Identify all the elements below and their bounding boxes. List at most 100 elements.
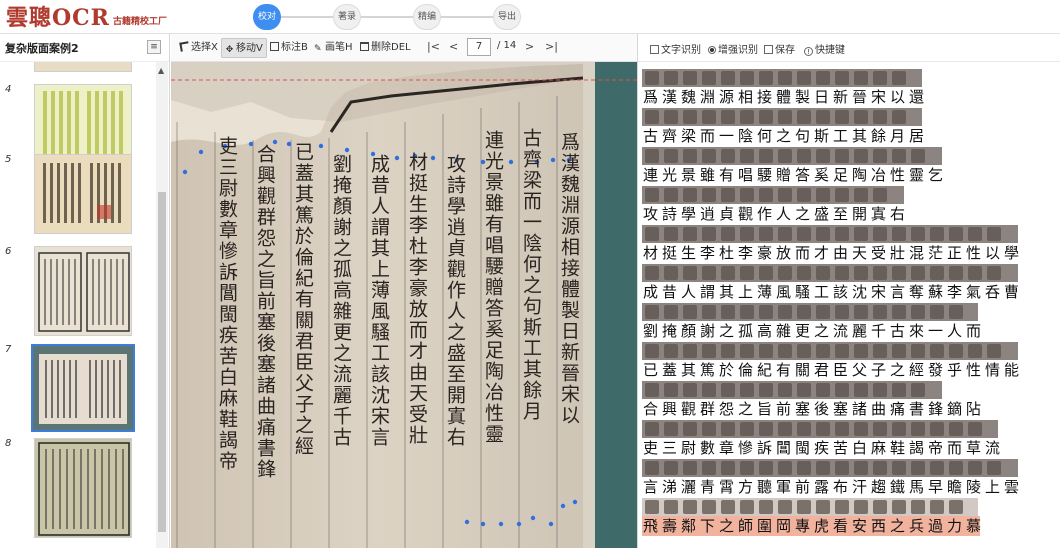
enhanced-recognition-option[interactable]: 增强识别 xyxy=(708,41,758,56)
step-export[interactable]: 导出 xyxy=(493,4,521,30)
ocr-text-line[interactable]: 材挺生李杜李豪放而才由天受壯混茫正性以學 xyxy=(642,243,1020,263)
step-connector xyxy=(361,16,413,18)
step-catalog[interactable]: 著录 xyxy=(333,4,361,30)
select-tool-label: 选择X xyxy=(191,42,218,53)
line-image-strip xyxy=(642,186,904,204)
cursor-icon xyxy=(179,41,190,52)
move-icon: ✥ xyxy=(225,45,234,55)
step-connector xyxy=(441,16,493,18)
document-text-column: 成昔人謂其上薄風騷工該沈宋言 xyxy=(369,154,390,448)
workflow-steps: 校对 著录 精编 导出 xyxy=(253,4,533,30)
document-canvas[interactable]: 爲漢魏淵源相接體製日新晉宋以 古齊梁而一陰何之句斯工其餘月 連光景雖有唱騕贈答奚足陶… xyxy=(171,62,637,548)
thumbnail-graphic xyxy=(35,247,131,335)
ocr-line-item[interactable]: 合興觀群怨之旨前塞後塞諸曲痛書鋒鏑阽 xyxy=(642,381,1052,419)
ocr-text-line[interactable]: 爲漢魏淵源相接體製日新晉宋以還 xyxy=(642,87,924,107)
line-image-strip xyxy=(642,459,1018,477)
page-thumbnail-partial[interactable] xyxy=(34,62,132,72)
ocr-result-panel: 文字识别 增强识别 保存 ! 快捷键 爲漢魏淵源相接體製日新晉宋以還 古齊梁而一陰何… xyxy=(637,34,1060,548)
text-recognition-icon xyxy=(650,45,659,54)
scrollbar-thumb[interactable] xyxy=(158,192,166,532)
enhanced-recognition-label: 增强识别 xyxy=(718,45,758,56)
ocr-line-item[interactable]: 爲漢魏淵源相接體製日新晉宋以還 xyxy=(642,69,1052,107)
save-label: 保存 xyxy=(775,45,795,56)
document-text-column: 古齊梁而一陰何之句斯工其餘月 xyxy=(521,128,542,422)
step-connector xyxy=(281,16,333,18)
next-page-icon[interactable]: > xyxy=(525,38,534,56)
sidebar-scrollbar[interactable]: ▲ xyxy=(156,62,168,548)
info-icon: ! xyxy=(804,47,813,56)
mark-tool-label: 标注B xyxy=(281,42,308,53)
thumbnail-graphic xyxy=(35,155,131,233)
text-recognition-button[interactable]: 文字识别 xyxy=(650,41,701,56)
ocr-text-line[interactable]: 攻詩學逍貞觀作人之盛至開寘右 xyxy=(642,204,906,224)
ocr-toolbar: 文字识别 增强识别 保存 ! 快捷键 xyxy=(638,34,1060,62)
line-image-strip xyxy=(642,381,942,399)
mark-tool[interactable]: 标注B xyxy=(267,38,311,58)
ocr-line-item[interactable]: 材挺生李杜李豪放而才由天受壯混茫正性以學 xyxy=(642,225,1052,263)
ocr-text-line[interactable]: 已蓋其篤於倫紀有關君臣父子之經發乎性情能 xyxy=(642,360,1020,380)
rectangle-icon xyxy=(270,42,279,51)
save-icon xyxy=(764,45,773,54)
ocr-text-line[interactable]: 連光景雖有唱騕贈答奚足陶冶性靈乞 xyxy=(642,165,944,185)
ocr-line-item[interactable]: 已蓋其篤於倫紀有關君臣父子之經發乎性情能 xyxy=(642,342,1052,380)
page-thumbnail-image[interactable] xyxy=(34,154,132,234)
menu-icon[interactable]: ≡ xyxy=(147,40,161,54)
last-page-icon[interactable]: >| xyxy=(545,38,558,56)
move-tool-label: 移动V xyxy=(236,43,263,54)
shortcuts-button[interactable]: ! 快捷键 xyxy=(804,41,845,56)
text-recognition-label: 文字识别 xyxy=(661,45,701,56)
ocr-text-line[interactable]: 言涕灑青霄方聽軍前露布汗趨鐵馬早瞻陵上雲 xyxy=(642,477,1020,497)
ocr-text-line[interactable]: 吏三尉數章慘訴閶閩疾苦白麻鞋謁帝而草流 xyxy=(642,438,1000,458)
ocr-text-line[interactable]: 劉掩顏謝之孤高雜更之流麗千古來一人而 xyxy=(642,321,981,341)
editor-toolbar: 选择X ✥ 移动V 标注B ✎ 画笔H 删除DEL |< < 7 / 14 > >| xyxy=(171,34,637,62)
page-number: 4 xyxy=(5,84,12,95)
document-text-column: 劉掩顏謝之孤高雜更之流麗千古 xyxy=(331,154,352,448)
page-number-input[interactable]: 7 xyxy=(467,38,491,56)
ocr-line-item[interactable]: 言涕灑青霄方聽軍前露布汗趨鐵馬早瞻陵上雲 xyxy=(642,459,1052,497)
line-image-strip xyxy=(642,420,998,438)
ocr-line-item[interactable]: 劉掩顏謝之孤高雜更之流麗千古來一人而 xyxy=(642,303,1052,341)
move-tool[interactable]: ✥ 移动V xyxy=(221,38,267,58)
sidebar-header: 复杂版面案例2 ≡ xyxy=(0,34,169,62)
first-page-icon[interactable]: |< xyxy=(427,38,440,56)
line-image-strip xyxy=(642,264,1018,282)
delete-tool[interactable]: 删除DEL xyxy=(357,38,414,58)
ocr-line-item[interactable]: 吏三尉數章慘訴閶閩疾苦白麻鞋謁帝而草流 xyxy=(642,420,1052,458)
brush-icon: ✎ xyxy=(314,44,322,54)
document-text-column: 合興觀群怨之旨前塞後塞諸曲痛書鋒 xyxy=(255,144,276,480)
ocr-line-item[interactable]: 飛壽鄰下之師圍岡專虎看安西之兵過力慕 xyxy=(642,498,1052,536)
ocr-line-item[interactable]: 成昔人謂其上薄風騷工該沈宋言奪蘇李氣呑曹 xyxy=(642,264,1052,302)
radio-icon xyxy=(708,46,716,54)
select-tool[interactable]: 选择X xyxy=(177,38,221,58)
document-text-column: 已蓋其篤於倫紀有關君臣父子之經 xyxy=(293,142,314,457)
brush-tool-label: 画笔H xyxy=(325,42,353,53)
logo-main-text: 雲聰OCR xyxy=(6,5,110,31)
page-thumbnail-image[interactable] xyxy=(34,438,132,538)
ocr-text-line[interactable]: 成昔人謂其上薄風騷工該沈宋言奪蘇李氣呑曹 xyxy=(642,282,1020,302)
page-sidebar: 复杂版面案例2 ≡ 4 5 6 7 8 ▲ xyxy=(0,34,170,548)
ocr-text-line[interactable]: 飛壽鄰下之師圍岡專虎看安西之兵過力慕 xyxy=(642,516,981,536)
page-total: / 14 xyxy=(497,40,517,51)
prev-page-icon[interactable]: < xyxy=(449,38,458,56)
ocr-line-item[interactable]: 連光景雖有唱騕贈答奚足陶冶性靈乞 xyxy=(642,147,1052,185)
step-refine[interactable]: 精编 xyxy=(413,4,441,30)
app-logo: 雲聰OCR 古籍精校工厂 xyxy=(6,2,167,32)
ocr-text-line[interactable]: 合興觀群怨之旨前塞後塞諸曲痛書鋒鏑阽 xyxy=(642,399,981,419)
top-bar: 雲聰OCR 古籍精校工厂 校对 著录 精编 导出 xyxy=(0,0,1060,34)
document-text-column: 攻詩學逍貞觀作人之盛至開寘右 xyxy=(445,154,466,448)
page-number: 8 xyxy=(5,438,12,449)
document-text-column: 爲漢魏淵源相接體製日新晉宋以 xyxy=(559,132,580,426)
page-thumbnail-image-selected[interactable] xyxy=(31,344,135,432)
brush-tool[interactable]: ✎ 画笔H xyxy=(311,38,356,58)
ocr-text-line[interactable]: 古齊梁而一陰何之句斯工其餘月居 xyxy=(642,126,924,146)
save-button[interactable]: 保存 xyxy=(764,41,795,56)
page-number: 6 xyxy=(5,246,12,257)
ocr-line-item[interactable]: 古齊梁而一陰何之句斯工其餘月居 xyxy=(642,108,1052,146)
document-text-column: 材挺生李杜李豪放而才由天受壯 xyxy=(407,152,428,446)
step-proofread[interactable]: 校对 xyxy=(253,4,281,30)
project-title: 复杂版面案例2 xyxy=(5,42,79,55)
page-thumbnail-image[interactable] xyxy=(34,246,132,336)
scroll-up-icon[interactable]: ▲ xyxy=(158,66,164,75)
ocr-line-item[interactable]: 攻詩學逍貞觀作人之盛至開寘右 xyxy=(642,186,1052,224)
logo-sub-text: 古籍精校工厂 xyxy=(112,17,167,27)
